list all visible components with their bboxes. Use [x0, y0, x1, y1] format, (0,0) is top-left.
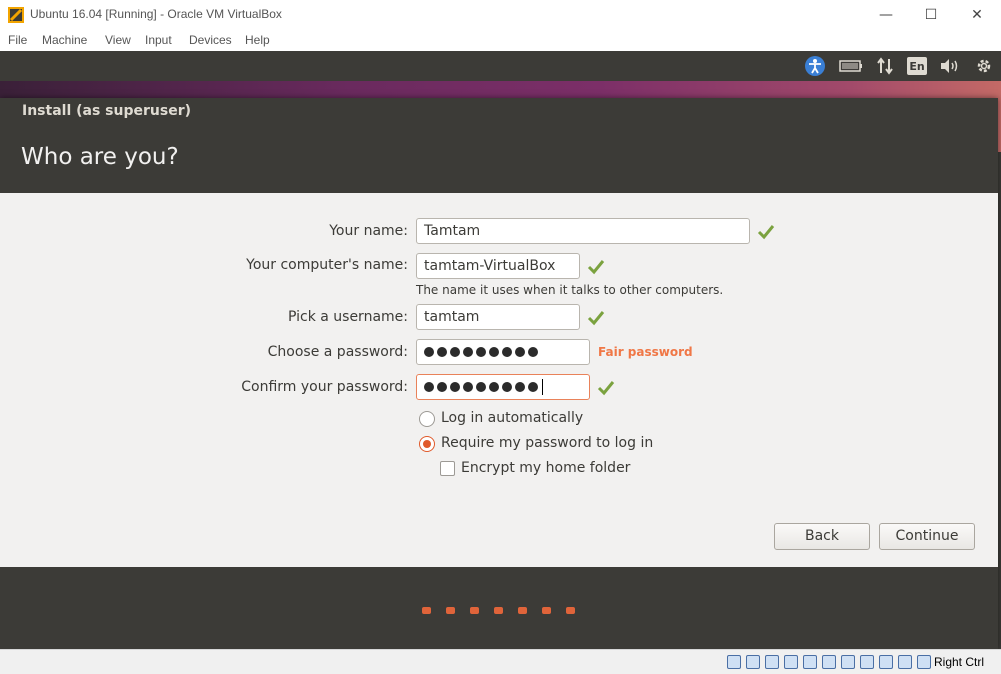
ubuntu-top-panel: En [0, 51, 1001, 81]
login-automatically-radio[interactable] [419, 411, 435, 427]
back-button[interactable]: Back [774, 523, 870, 550]
confirm-password-label: Confirm your password: [241, 379, 408, 395]
virtualization-icon[interactable] [879, 655, 893, 669]
progress-step-dot [566, 607, 575, 614]
guest-display[interactable]: En Install (as superuser) Who are you? Y… [0, 51, 1001, 649]
maximize-button[interactable]: ☐ [919, 4, 943, 26]
username-input[interactable]: tamtam [416, 304, 580, 330]
menu-devices[interactable]: Devices [189, 33, 232, 47]
password-mask [424, 340, 538, 364]
password-label: Choose a password: [267, 344, 408, 360]
your-name-input[interactable]: Tamtam [416, 218, 750, 244]
menu-input[interactable]: Input [145, 33, 172, 47]
progress-step-dot [518, 607, 527, 614]
installer-progress-area [0, 567, 998, 649]
gear-icon[interactable] [972, 55, 996, 77]
encrypt-home-label[interactable]: Encrypt my home folder [461, 460, 630, 476]
menu-bar: File Machine View Input Devices Help [0, 30, 1001, 51]
optical-drive-icon[interactable] [746, 655, 760, 669]
progress-step-dot [446, 607, 455, 614]
confirm-password-input[interactable] [416, 374, 590, 400]
valid-check-icon [597, 381, 615, 396]
valid-check-icon [757, 225, 775, 240]
valid-check-icon [587, 260, 605, 275]
progress-step-dot [470, 607, 479, 614]
menu-machine[interactable]: Machine [42, 33, 87, 47]
keyboard-layout-indicator[interactable]: En [907, 57, 927, 75]
network-adapter-icon[interactable] [784, 655, 798, 669]
menu-help[interactable]: Help [245, 33, 270, 47]
require-password-label[interactable]: Require my password to log in [441, 435, 653, 451]
usb-icon[interactable] [803, 655, 817, 669]
computer-name-label: Your computer's name: [246, 257, 408, 273]
keyboard-capture-icon[interactable] [917, 655, 931, 669]
mouse-integration-icon[interactable] [898, 655, 912, 669]
your-name-label: Your name: [329, 223, 408, 239]
computer-name-input[interactable]: tamtam-VirtualBox [416, 253, 580, 279]
progress-step-dot [494, 607, 503, 614]
continue-button[interactable]: Continue [879, 523, 975, 550]
window-title: Ubuntu 16.04 [Running] - Oracle VM Virtu… [30, 7, 282, 21]
display-icon[interactable] [841, 655, 855, 669]
vm-status-bar: Right Ctrl [0, 649, 1001, 674]
close-button[interactable]: ✕ [965, 4, 989, 26]
video-capture-icon[interactable] [860, 655, 874, 669]
hard-disk-icon[interactable] [727, 655, 741, 669]
password-input[interactable] [416, 339, 590, 365]
valid-check-icon [587, 311, 605, 326]
installer-header: Install (as superuser) Who are you? [0, 98, 998, 193]
installer-window: Install (as superuser) Who are you? Your… [0, 98, 998, 649]
installer-window-title: Install (as superuser) [22, 103, 191, 119]
progress-step-dot [542, 607, 551, 614]
menu-file[interactable]: File [8, 33, 27, 47]
page-title: Who are you? [21, 144, 179, 170]
confirm-password-mask [424, 375, 543, 399]
host-key-label: Right Ctrl [934, 655, 985, 669]
window-titlebar: Ubuntu 16.04 [Running] - Oracle VM Virtu… [0, 0, 1001, 30]
computer-name-hint: The name it uses when it talks to other … [416, 283, 724, 297]
progress-step-dot [422, 607, 431, 614]
accessibility-icon[interactable] [804, 55, 826, 77]
require-password-radio[interactable] [419, 436, 435, 452]
audio-icon[interactable] [765, 655, 779, 669]
battery-icon[interactable] [838, 55, 864, 77]
volume-icon[interactable] [938, 55, 962, 77]
shared-folders-icon[interactable] [822, 655, 836, 669]
minimize-button[interactable]: — [874, 4, 898, 26]
password-strength-label: Fair password [598, 345, 693, 359]
virtualbox-window: Ubuntu 16.04 [Running] - Oracle VM Virtu… [0, 0, 1001, 674]
encrypt-home-checkbox[interactable] [440, 461, 455, 476]
login-automatically-label[interactable]: Log in automatically [441, 410, 583, 426]
username-label: Pick a username: [287, 309, 408, 325]
menu-view[interactable]: View [105, 33, 131, 47]
virtualbox-app-icon [8, 7, 24, 23]
network-icon[interactable] [874, 55, 896, 77]
